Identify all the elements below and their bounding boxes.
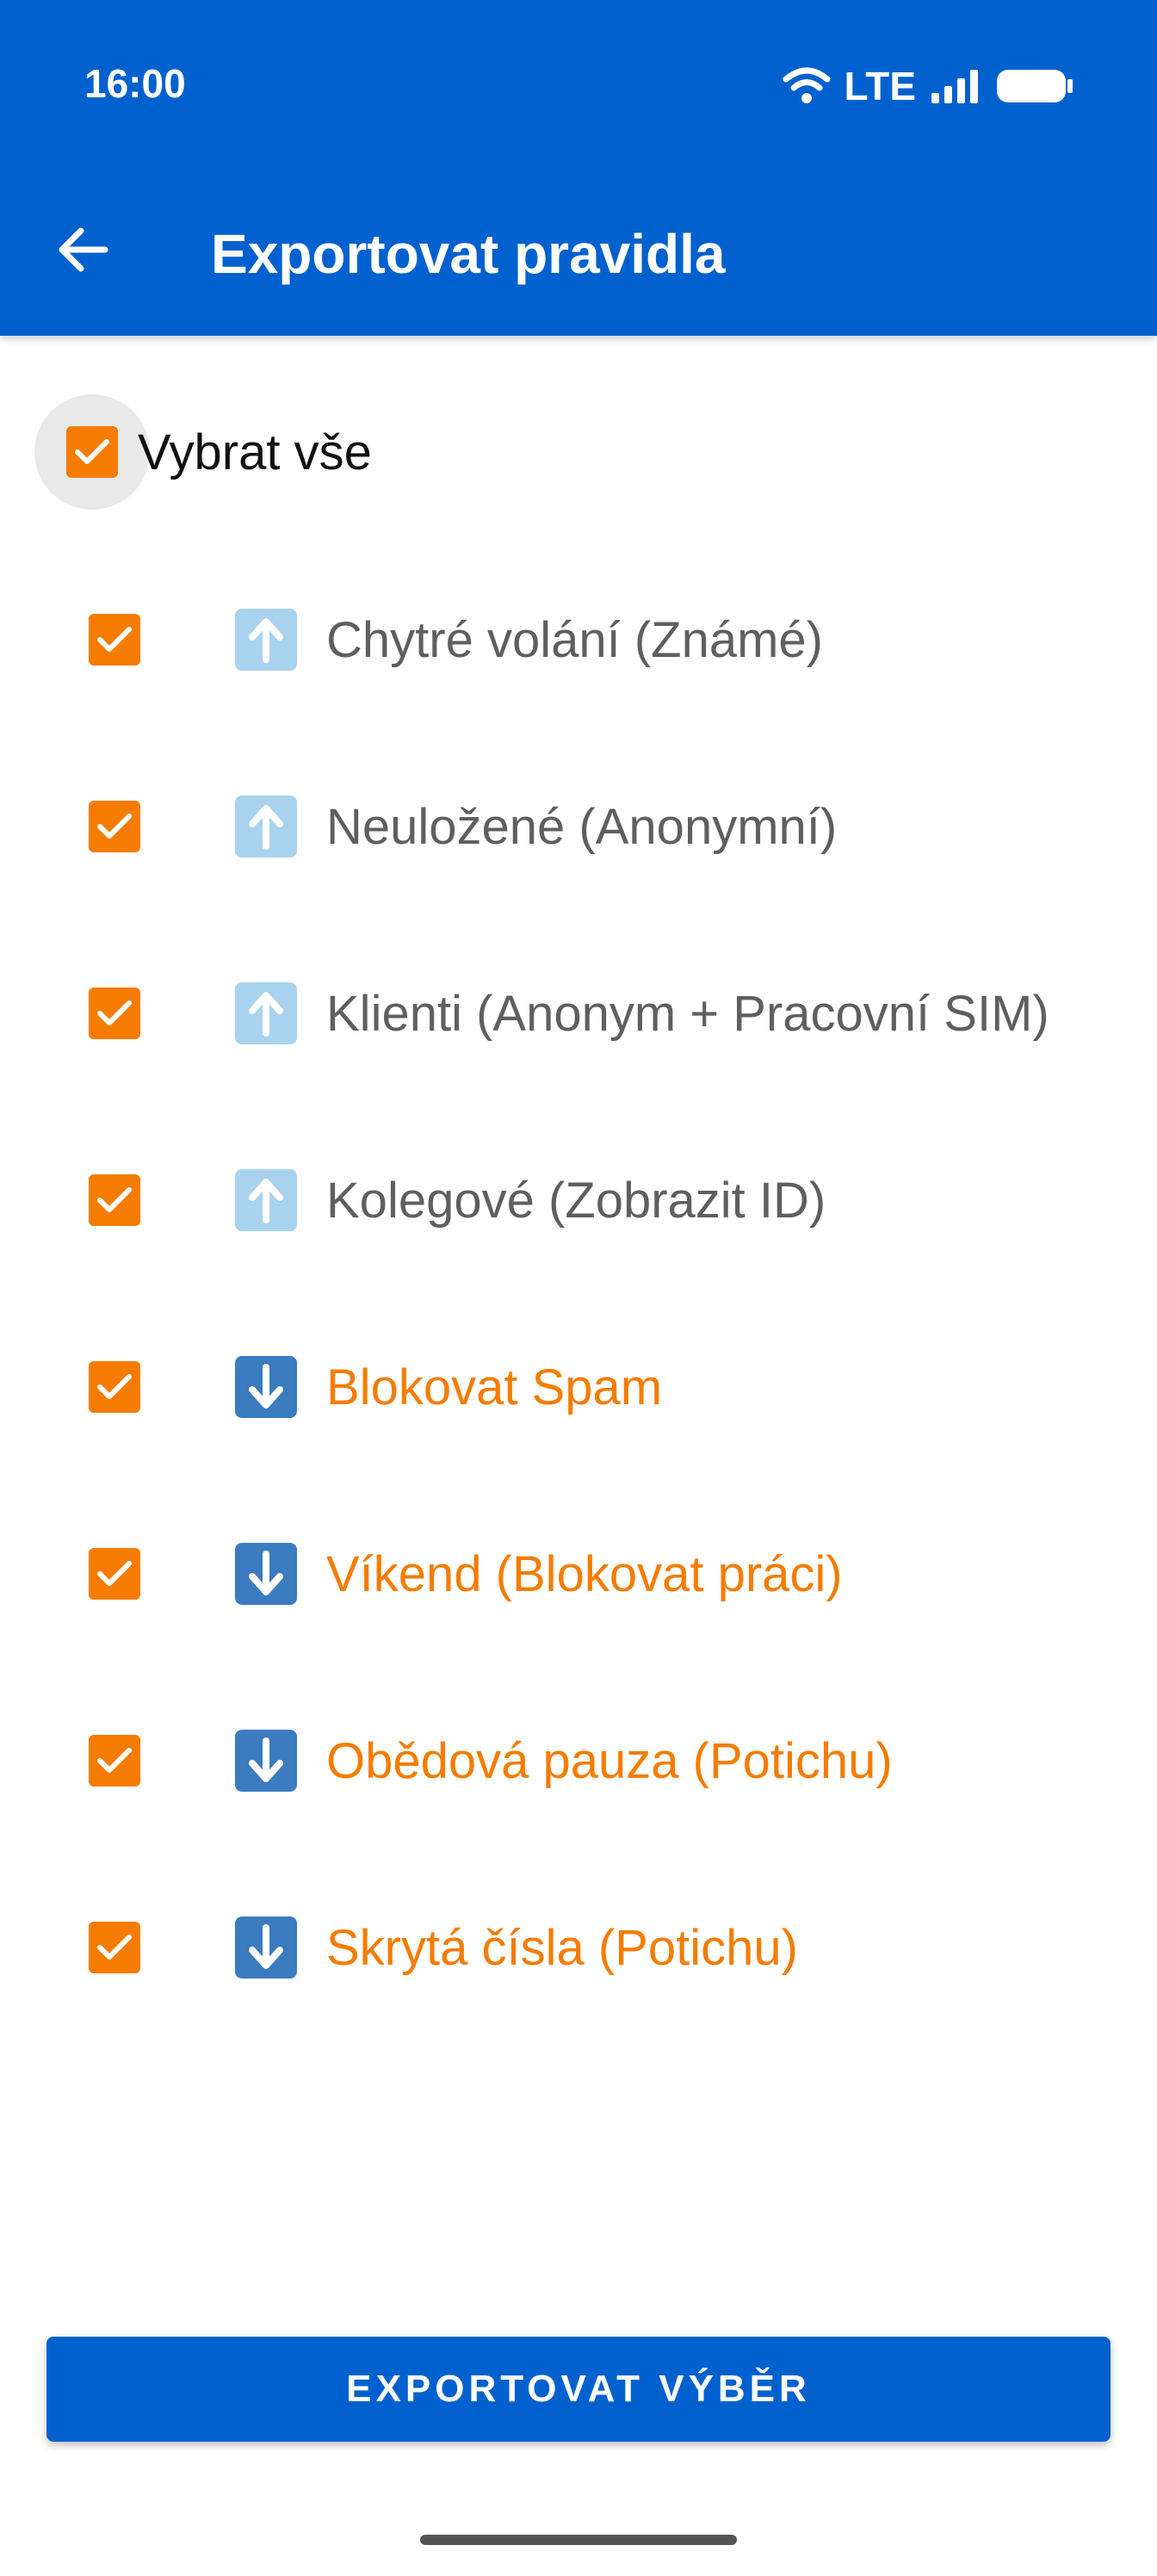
select-all-row[interactable]: Vybrat vše <box>34 394 372 510</box>
rule-row[interactable]: Skrytá čísla (Potichu) <box>89 1896 798 1999</box>
rule-label: Chytré volání (Známé) <box>326 611 823 668</box>
rule-checkbox[interactable] <box>89 1548 140 1600</box>
status-time: 16:00 <box>84 61 186 106</box>
check-icon <box>97 1748 132 1773</box>
check-icon <box>97 1561 132 1586</box>
home-indicator[interactable] <box>420 2535 737 2545</box>
down-arrow-icon <box>235 1730 297 1792</box>
rule-row[interactable]: Obědová pauza (Potichu) <box>89 1709 893 1812</box>
rule-checkbox[interactable] <box>89 1174 140 1226</box>
rule-row[interactable]: Chytré volání (Známé) <box>89 588 823 691</box>
check-icon <box>97 1374 132 1399</box>
rule-checkbox[interactable] <box>89 1922 140 1973</box>
signal-icon <box>931 70 978 103</box>
rule-row[interactable]: Blokovat Spam <box>89 1335 662 1439</box>
app-bar: 16:00 LTE Exportovat pravidla <box>0 0 1157 336</box>
up-arrow-icon <box>235 982 297 1044</box>
down-arrow-icon <box>235 1543 297 1605</box>
check-icon <box>97 1935 132 1960</box>
rule-label: Skrytá čísla (Potichu) <box>326 1919 798 1976</box>
check-icon <box>97 1000 132 1025</box>
rule-label: Neuložené (Anonymní) <box>326 798 838 855</box>
battery-icon <box>997 70 1073 102</box>
rule-checkbox[interactable] <box>89 1735 140 1786</box>
check-icon <box>97 1187 132 1212</box>
rule-label: Víkend (Blokovat práci) <box>326 1545 843 1602</box>
rule-label: Kolegové (Zobrazit ID) <box>326 1172 826 1229</box>
page-title: Exportovat pravidla <box>211 223 726 285</box>
rule-label: Klienti (Anonym + Pracovní SIM) <box>326 985 1049 1042</box>
status-icons: LTE <box>783 60 1074 112</box>
rule-row[interactable]: Neuložené (Anonymní) <box>89 775 837 878</box>
check-icon <box>75 439 109 464</box>
rule-checkbox[interactable] <box>89 801 140 852</box>
select-all-checkbox[interactable] <box>66 426 118 478</box>
up-arrow-icon <box>235 1169 297 1231</box>
arrow-back-icon <box>59 227 108 272</box>
up-arrow-icon <box>235 796 297 858</box>
down-arrow-icon <box>235 1356 297 1418</box>
wifi-icon <box>783 67 831 103</box>
select-all-label: Vybrat vše <box>138 424 372 480</box>
back-button[interactable] <box>48 215 117 284</box>
up-arrow-icon <box>235 609 297 671</box>
rule-checkbox[interactable] <box>89 988 140 1039</box>
check-icon <box>97 627 132 652</box>
rule-row[interactable]: Kolegové (Zobrazit ID) <box>89 1149 826 1252</box>
network-type: LTE <box>844 64 916 108</box>
rule-label: Blokovat Spam <box>326 1359 663 1415</box>
rule-row[interactable]: Klienti (Anonym + Pracovní SIM) <box>89 962 1049 1065</box>
rule-checkbox[interactable] <box>89 614 140 666</box>
check-icon <box>97 814 132 839</box>
export-selection-button[interactable]: EXPORTOVAT VÝBĚR <box>46 2337 1111 2442</box>
rule-label: Obědová pauza (Potichu) <box>326 1732 893 1789</box>
select-all-checkbox-ripple[interactable] <box>34 394 150 510</box>
down-arrow-icon <box>235 1917 297 1978</box>
rule-row[interactable]: Víkend (Blokovat práci) <box>89 1522 843 1625</box>
rule-checkbox[interactable] <box>89 1361 140 1413</box>
